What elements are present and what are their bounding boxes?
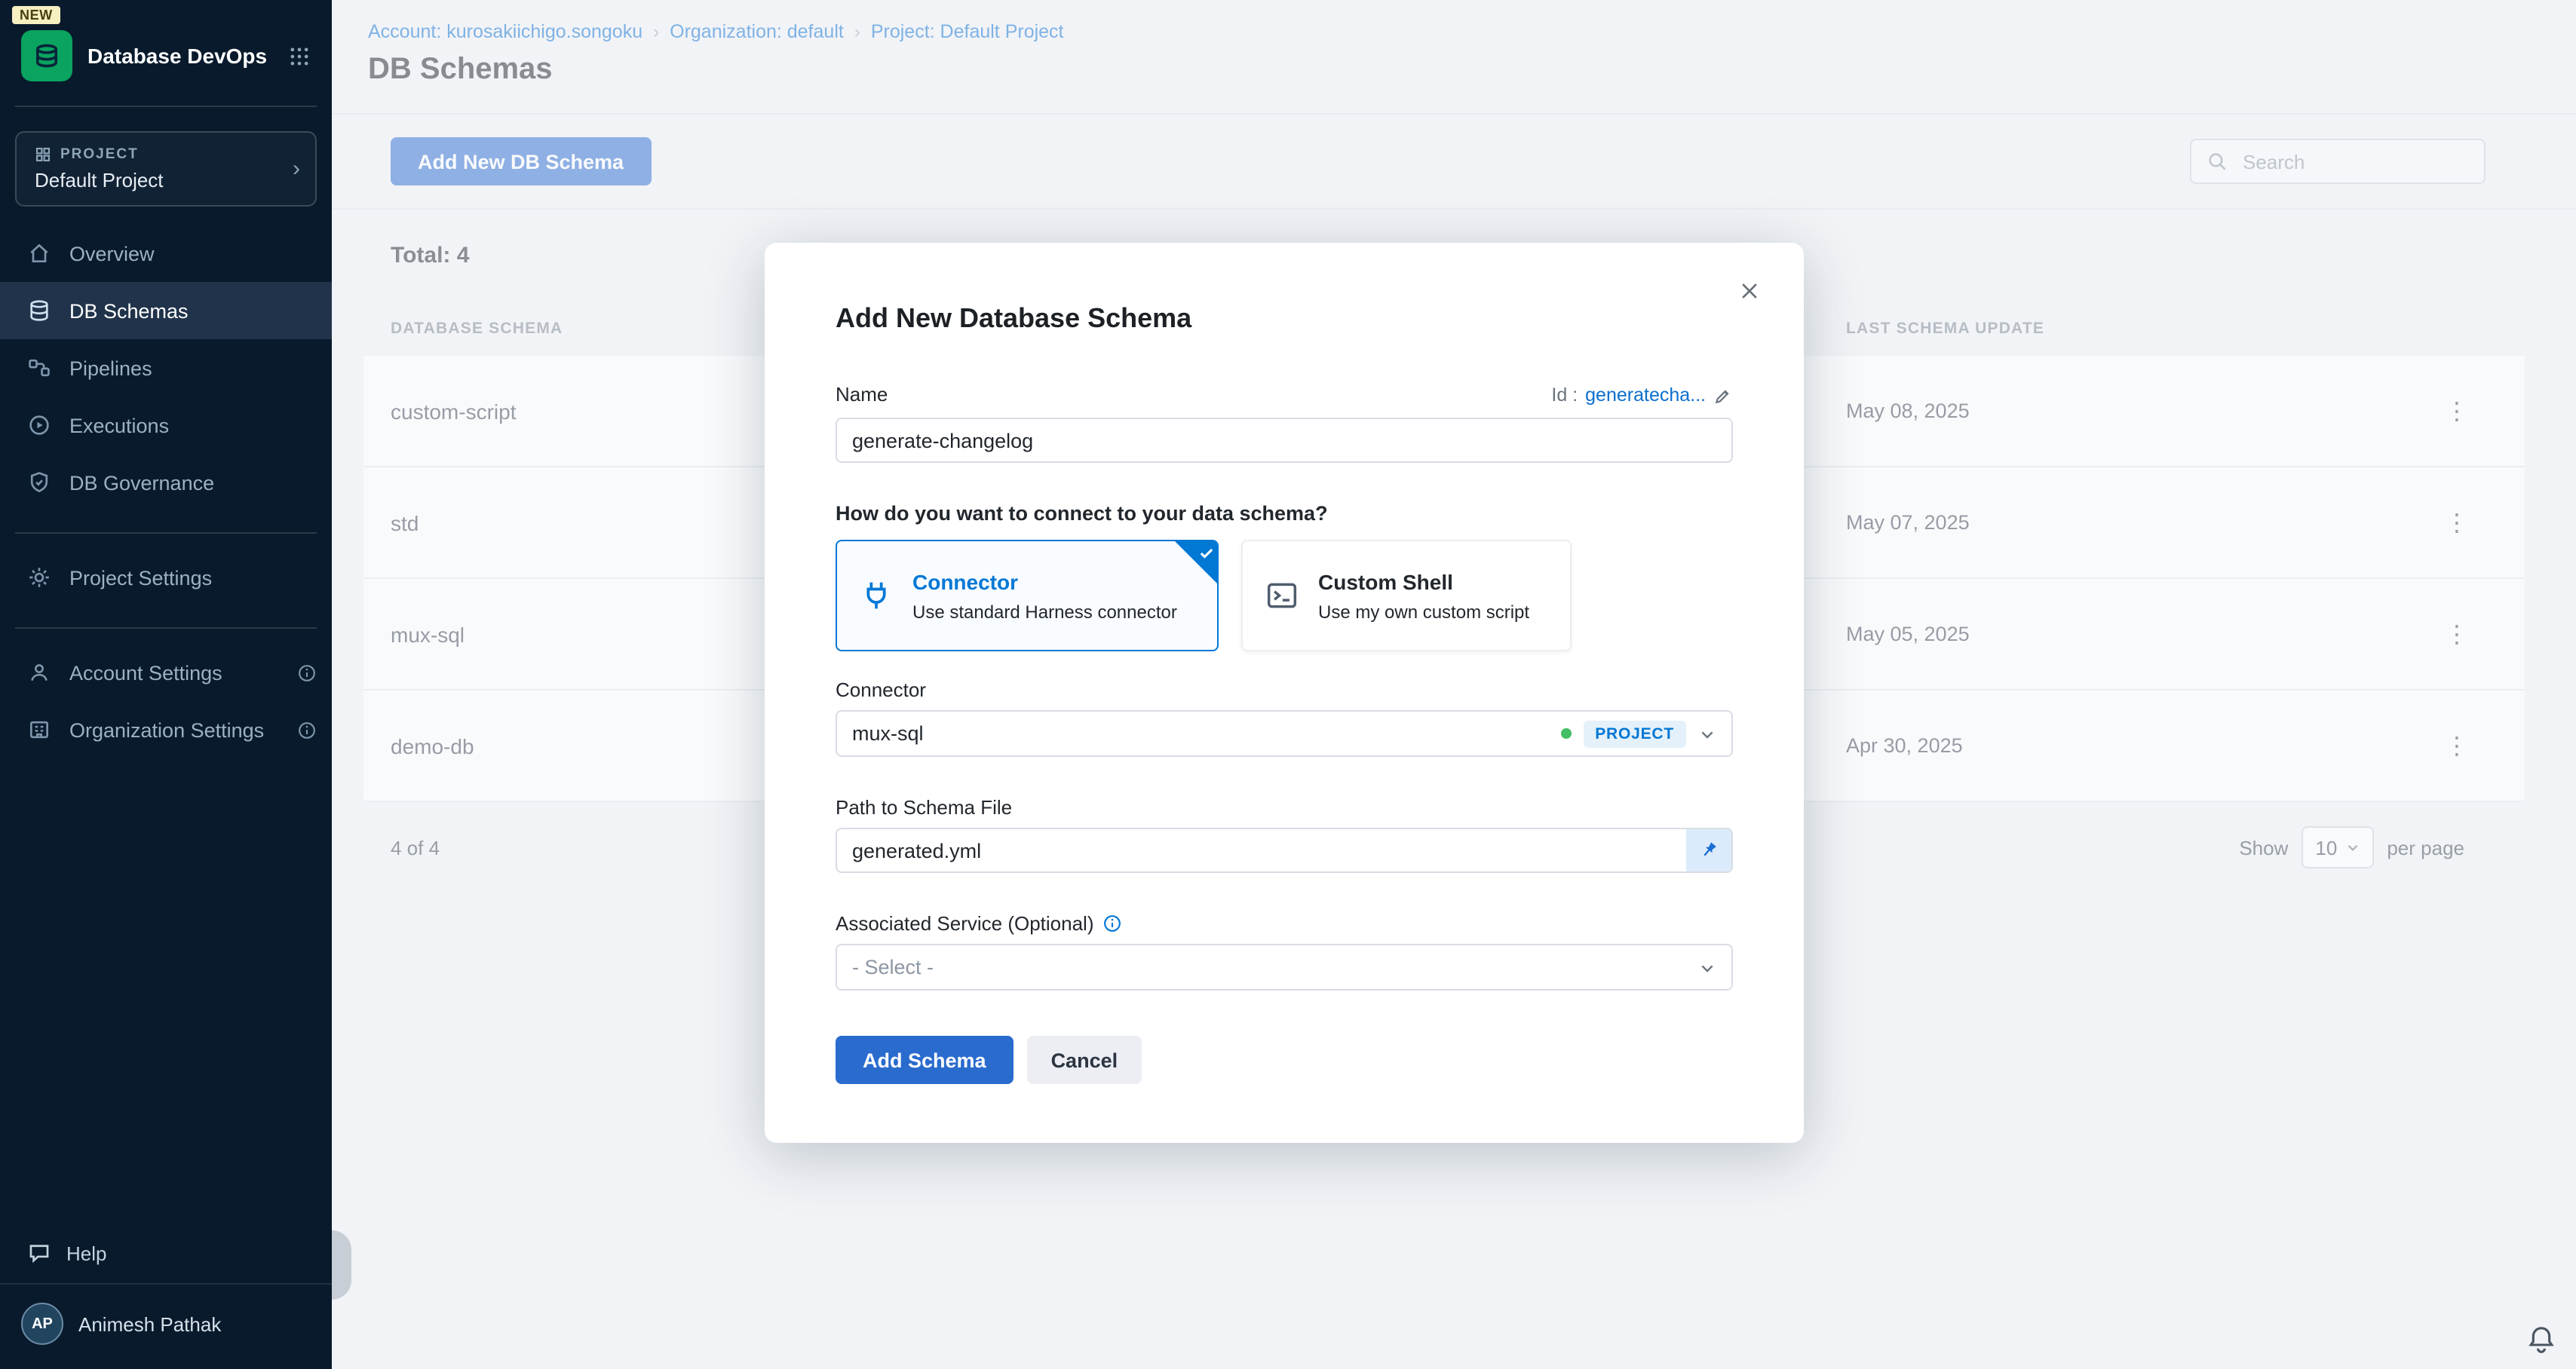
sidebar-item-overview[interactable]: Overview	[0, 225, 332, 282]
help-label: Help	[66, 1242, 107, 1264]
option-card-custom-shell[interactable]: Custom Shell Use my own custom script	[1241, 540, 1572, 651]
add-schema-modal: Add New Database Schema Name Id : genera…	[765, 243, 1804, 1143]
sidebar-bottom: Help AP Animesh Pathak	[0, 1223, 332, 1369]
project-name: Default Project	[35, 169, 297, 191]
info-icon[interactable]	[1103, 914, 1123, 933]
help-chat-icon	[27, 1241, 51, 1265]
info-icon[interactable]	[297, 663, 317, 682]
option-subtitle: Use my own custom script	[1318, 601, 1529, 622]
new-badge: NEW	[12, 6, 60, 24]
schema-path-input[interactable]	[836, 828, 1733, 873]
close-icon[interactable]	[1731, 273, 1768, 309]
sidebar-item-db-schemas[interactable]: DB Schemas	[0, 282, 332, 339]
project-label: PROJECT	[60, 146, 139, 163]
sidebar-item-executions[interactable]: Executions	[0, 397, 332, 454]
database-devops-logo-icon	[21, 30, 72, 81]
sidebar-divider	[15, 532, 317, 534]
project-icon	[35, 146, 51, 163]
executions-icon	[27, 413, 51, 437]
sidebar-item-project-settings[interactable]: Project Settings	[0, 549, 332, 606]
associated-service-select[interactable]: - Select -	[836, 944, 1733, 991]
scope-tag: PROJECT	[1583, 720, 1686, 747]
schema-name-input[interactable]	[836, 418, 1733, 463]
sidebar-item-label: Pipelines	[69, 357, 152, 379]
sidebar-item-organization-settings[interactable]: Organization Settings	[0, 701, 332, 758]
id-label: Id :	[1551, 384, 1578, 406]
sidebar-item-account-settings[interactable]: Account Settings	[0, 644, 332, 701]
sidebar: NEW Database DevOps	[0, 0, 332, 1369]
connection-question: How do you want to connect to your data …	[836, 502, 1733, 525]
notification-bell-icon[interactable]	[2526, 1324, 2556, 1354]
edit-pencil-icon[interactable]	[1713, 385, 1733, 405]
id-group: Id : generatecha...	[1551, 384, 1733, 406]
sidebar-item-label: Account Settings	[69, 661, 222, 684]
sidebar-item-label: DB Schemas	[69, 299, 189, 322]
app-title: Database DevOps	[87, 44, 273, 68]
connector-select[interactable]: mux-sql PROJECT	[836, 710, 1733, 757]
connection-options: Connector Use standard Harness connector…	[836, 540, 1733, 651]
info-icon[interactable]	[297, 720, 317, 740]
chevron-right-icon: ›	[293, 156, 300, 182]
modal-title: Add New Database Schema	[836, 303, 1733, 335]
add-schema-button[interactable]: Add Schema	[836, 1036, 1014, 1084]
sidebar-item-label: Organization Settings	[69, 718, 264, 741]
chevron-down-icon	[1698, 724, 1716, 743]
avatar: AP	[21, 1303, 63, 1345]
account-icon	[27, 660, 51, 684]
associated-service-label: Associated Service (Optional)	[836, 912, 1094, 935]
sidebar-divider	[15, 627, 317, 629]
terminal-icon	[1264, 577, 1300, 614]
sidebar-item-label: Overview	[69, 242, 155, 265]
user-menu[interactable]: AP Animesh Pathak	[0, 1283, 332, 1369]
pin-icon[interactable]	[1686, 829, 1731, 871]
pipelines-icon	[27, 356, 51, 380]
option-title: Custom Shell	[1318, 569, 1529, 593]
sidebar-item-pipelines[interactable]: Pipelines	[0, 339, 332, 397]
database-icon	[27, 299, 51, 323]
connector-value: mux-sql	[852, 722, 924, 745]
sidebar-item-label: Project Settings	[69, 566, 212, 589]
app-root: NEW Database DevOps	[0, 0, 2576, 1369]
service-placeholder: - Select -	[852, 956, 934, 979]
connector-icon	[858, 577, 894, 614]
apps-grid-icon[interactable]	[288, 44, 311, 67]
sidebar-nav: Overview DB Schemas	[0, 225, 332, 511]
connector-label: Connector	[836, 678, 1733, 701]
help-button[interactable]: Help	[0, 1223, 332, 1283]
chevron-down-icon	[1698, 958, 1716, 976]
option-card-connector[interactable]: Connector Use standard Harness connector	[836, 540, 1219, 651]
organization-icon	[27, 718, 51, 742]
sidebar-item-label: Executions	[69, 414, 169, 436]
name-label: Name	[836, 383, 888, 406]
option-subtitle: Use standard Harness connector	[912, 601, 1177, 622]
path-label: Path to Schema File	[836, 796, 1733, 819]
gear-icon	[27, 565, 51, 590]
sidebar-item-label: DB Governance	[69, 471, 214, 494]
connector-status-dot	[1560, 728, 1571, 739]
cancel-button[interactable]: Cancel	[1027, 1036, 1142, 1084]
sidebar-item-db-governance[interactable]: DB Governance	[0, 454, 332, 511]
id-value-link[interactable]: generatecha...	[1585, 384, 1706, 406]
project-selector[interactable]: PROJECT Default Project ›	[15, 131, 317, 207]
option-title: Connector	[912, 569, 1177, 593]
user-name: Animesh Pathak	[78, 1312, 221, 1335]
selected-check-icon	[1175, 541, 1217, 583]
shield-icon	[27, 470, 51, 495]
home-icon	[27, 241, 51, 265]
sidebar-divider	[15, 106, 317, 107]
